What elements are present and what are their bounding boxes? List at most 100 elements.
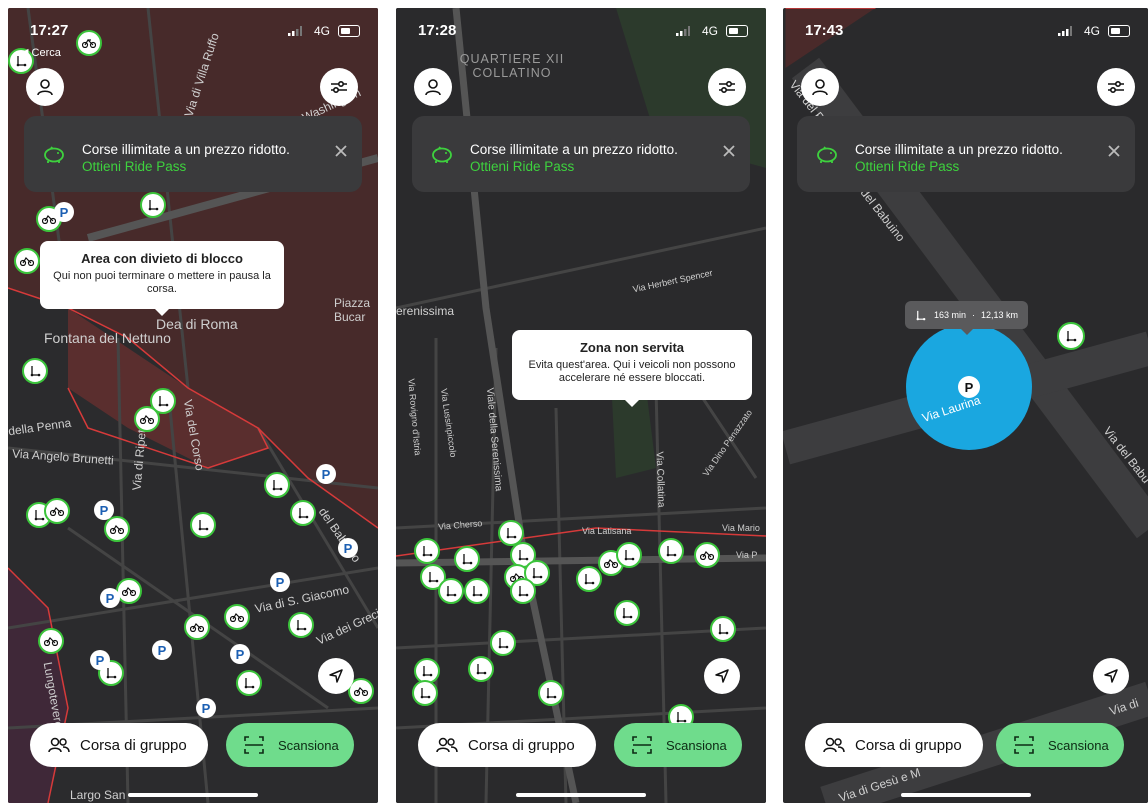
scooter-icon[interactable] bbox=[22, 358, 48, 384]
parking-icon[interactable]: P bbox=[94, 500, 114, 520]
filter-button[interactable] bbox=[320, 68, 358, 106]
scooter-icon[interactable] bbox=[288, 612, 314, 638]
parking-icon[interactable]: P bbox=[196, 698, 216, 718]
status-bar: 17:43 4G bbox=[783, 18, 1148, 42]
bike-icon[interactable] bbox=[14, 248, 40, 274]
filter-sliders-icon bbox=[1108, 80, 1124, 94]
parking-icon[interactable]: P bbox=[90, 650, 110, 670]
parking-icon[interactable]: P bbox=[100, 588, 120, 608]
parking-icon[interactable]: P bbox=[152, 640, 172, 660]
profile-icon bbox=[812, 79, 828, 96]
group-ride-button[interactable]: Corsa di gruppo bbox=[805, 723, 983, 767]
scan-button[interactable]: Scansiona bbox=[996, 723, 1124, 767]
scooter-icon[interactable] bbox=[290, 500, 316, 526]
banner-text: Corse illimitate a un prezzo ridotto. bbox=[82, 142, 290, 157]
bike-icon[interactable] bbox=[44, 498, 70, 524]
scooter-icon[interactable] bbox=[454, 546, 480, 572]
bottom-action-bar: Corsa di gruppo Scansiona bbox=[783, 723, 1148, 769]
scooter-icon[interactable] bbox=[616, 542, 642, 568]
profile-button[interactable] bbox=[801, 68, 839, 106]
scooter-icon[interactable] bbox=[468, 656, 494, 682]
group-ride-label: Corsa di gruppo bbox=[80, 736, 187, 754]
scooter-icon[interactable] bbox=[190, 512, 216, 538]
locate-button[interactable] bbox=[704, 658, 740, 694]
profile-button[interactable] bbox=[414, 68, 452, 106]
bike-icon[interactable] bbox=[38, 628, 64, 654]
home-indicator bbox=[900, 793, 1031, 797]
scooter-icon[interactable] bbox=[658, 538, 684, 564]
trip-distance: 12,13 km bbox=[981, 310, 1019, 320]
scooter-icon[interactable] bbox=[576, 566, 602, 592]
scan-button[interactable]: Scansiona bbox=[614, 723, 742, 767]
bike-icon[interactable] bbox=[694, 542, 720, 568]
close-icon[interactable] bbox=[722, 144, 736, 158]
piggy-bank-icon bbox=[432, 146, 452, 163]
piggy-bank-icon bbox=[817, 146, 837, 163]
close-icon[interactable] bbox=[1107, 144, 1121, 158]
status-time: 17:28 bbox=[418, 22, 457, 39]
scooter-icon[interactable] bbox=[710, 616, 736, 642]
profile-button[interactable] bbox=[26, 68, 64, 106]
tooltip-title: Zona non servita bbox=[579, 340, 685, 355]
network-type: 4G bbox=[313, 24, 330, 38]
unserved-zone-tooltip: Zona non servita Evita quest'area. Qui i… bbox=[512, 330, 752, 407]
scooter-icon[interactable] bbox=[1057, 322, 1085, 350]
parking-icon[interactable]: P bbox=[230, 644, 250, 664]
signal-icon bbox=[676, 26, 690, 36]
scooter-icon bbox=[916, 310, 926, 320]
scooter-icon[interactable] bbox=[490, 630, 516, 656]
parking-icon[interactable]: P bbox=[316, 464, 336, 484]
filter-button[interactable] bbox=[708, 68, 746, 106]
scooter-icon[interactable] bbox=[510, 578, 536, 604]
map-label: Fontana del Nettuno bbox=[44, 330, 171, 346]
bike-icon[interactable] bbox=[134, 406, 160, 432]
screen-1: Fontana del Nettuno Dea di Roma Piazza B… bbox=[8, 8, 378, 803]
scan-label: Scansiona bbox=[666, 737, 727, 753]
scan-label: Scansiona bbox=[1048, 737, 1109, 753]
locate-button[interactable] bbox=[1093, 658, 1129, 694]
bike-icon[interactable] bbox=[184, 614, 210, 640]
tooltip-body: Evita quest'area. Qui i veicoli non poss… bbox=[528, 359, 736, 384]
scooter-icon[interactable] bbox=[438, 578, 464, 604]
screen-2: QUARTIERE XII COLLATINO erenissima Via H… bbox=[396, 8, 766, 803]
back-to-search-link[interactable]: ◀ Cerca bbox=[20, 46, 61, 59]
no-lock-zone-tooltip: Area con divieto di blocco Qui non puoi … bbox=[40, 241, 284, 316]
parking-icon[interactable]: P bbox=[338, 538, 358, 558]
trip-duration: 163 min bbox=[934, 310, 967, 320]
group-ride-button[interactable]: Corsa di gruppo bbox=[418, 723, 596, 767]
filter-sliders-icon bbox=[331, 80, 347, 94]
scooter-icon[interactable] bbox=[538, 680, 564, 706]
scooter-icon[interactable] bbox=[614, 600, 640, 626]
close-icon[interactable] bbox=[334, 144, 348, 158]
parking-icon[interactable]: P bbox=[270, 572, 290, 592]
status-time: 17:43 bbox=[805, 22, 844, 39]
group-ride-button[interactable]: Corsa di gruppo bbox=[30, 723, 208, 767]
parking-icon[interactable]: P bbox=[54, 202, 74, 222]
scooter-icon[interactable] bbox=[264, 472, 290, 498]
profile-icon bbox=[425, 79, 441, 96]
locate-arrow-icon bbox=[329, 669, 343, 683]
ride-pass-banner[interactable]: Corse illimitate a un prezzo ridotto. Ot… bbox=[797, 116, 1135, 192]
ride-pass-banner[interactable]: Corse illimitate a un prezzo ridotto. Ot… bbox=[412, 116, 750, 192]
scooter-icon[interactable] bbox=[412, 680, 438, 706]
scan-button[interactable]: Scansiona bbox=[226, 723, 354, 767]
ride-pass-banner[interactable]: Corse illimitate a un prezzo ridotto. Ot… bbox=[24, 116, 362, 192]
battery-icon bbox=[1108, 25, 1130, 37]
map-label: erenissima bbox=[396, 304, 455, 318]
bike-icon[interactable] bbox=[224, 604, 250, 630]
ride-pass-link[interactable]: Ottieni Ride Pass bbox=[855, 159, 959, 174]
scooter-icon[interactable] bbox=[140, 192, 166, 218]
separator: · bbox=[972, 310, 976, 320]
filter-sliders-icon bbox=[719, 80, 735, 94]
bike-icon[interactable] bbox=[116, 578, 142, 604]
bike-icon[interactable] bbox=[104, 516, 130, 542]
scooter-icon[interactable] bbox=[236, 670, 262, 696]
locate-button[interactable] bbox=[318, 658, 354, 694]
ride-pass-link[interactable]: Ottieni Ride Pass bbox=[470, 159, 574, 174]
scooter-icon[interactable] bbox=[464, 578, 490, 604]
scooter-icon[interactable] bbox=[414, 538, 440, 564]
network-type: 4G bbox=[701, 24, 718, 38]
piggy-bank-icon bbox=[44, 146, 64, 163]
ride-pass-link[interactable]: Ottieni Ride Pass bbox=[82, 159, 186, 174]
filter-button[interactable] bbox=[1097, 68, 1135, 106]
